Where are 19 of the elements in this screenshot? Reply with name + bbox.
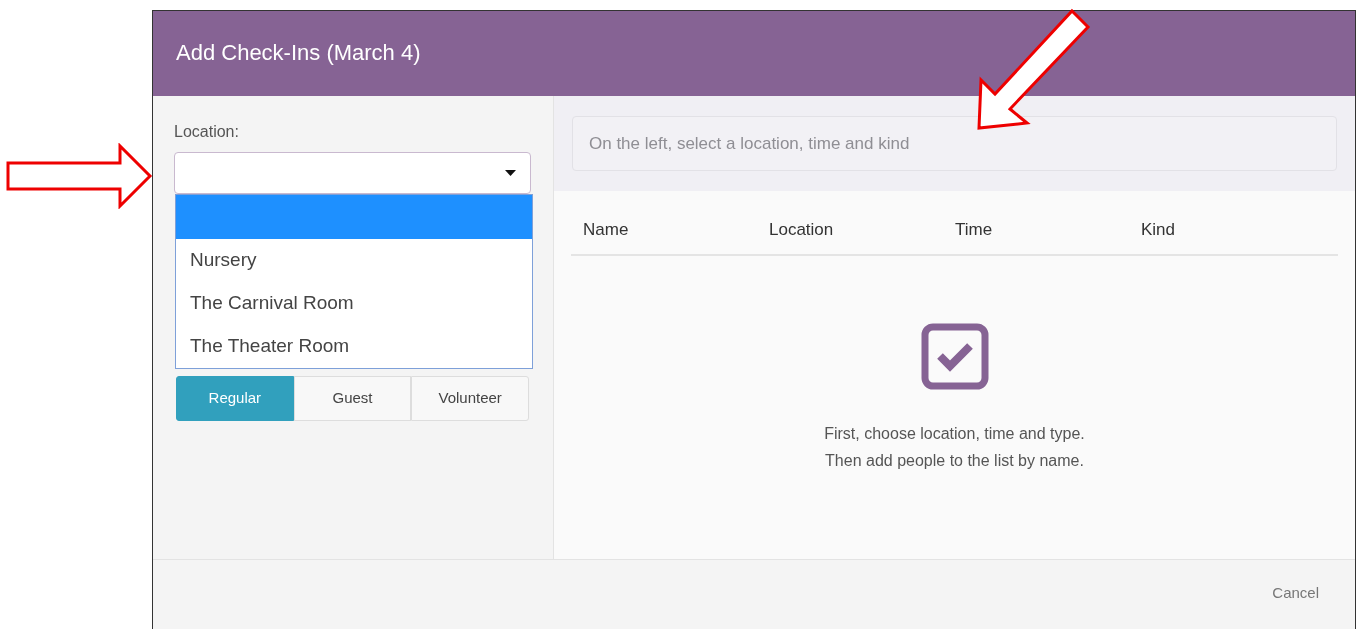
- column-header: Name: [582, 218, 630, 241]
- kind-toggle-button[interactable]: Guest: [293, 376, 412, 421]
- dropdown-option[interactable]: The Carnival Room: [176, 282, 532, 325]
- dropdown-option[interactable]: [176, 195, 532, 239]
- empty-state-text: Then add people to the list by name.: [825, 451, 1084, 471]
- checkbox-icon: [920, 323, 989, 390]
- column-header: Time: [954, 218, 994, 241]
- dropdown-option[interactable]: The Theater Room: [176, 325, 532, 368]
- kind-toggle-button[interactable]: Volunteer: [411, 376, 529, 421]
- empty-state-text: First, choose location, time and type.: [824, 424, 1085, 444]
- caret-icon: [505, 170, 516, 176]
- dropdown-option[interactable]: Nursery: [176, 239, 532, 282]
- cancel-button[interactable]: Cancel: [1262, 578, 1329, 609]
- dialog-title: Add Check-Ins (March 4): [176, 40, 421, 67]
- location-select[interactable]: [174, 152, 531, 194]
- search-field[interactable]: On the left, select a location, time and kind: [572, 116, 1337, 171]
- column-header: Location: [768, 218, 835, 241]
- column-header: Kind: [1140, 218, 1177, 241]
- field-label: Location:: [174, 122, 240, 142]
